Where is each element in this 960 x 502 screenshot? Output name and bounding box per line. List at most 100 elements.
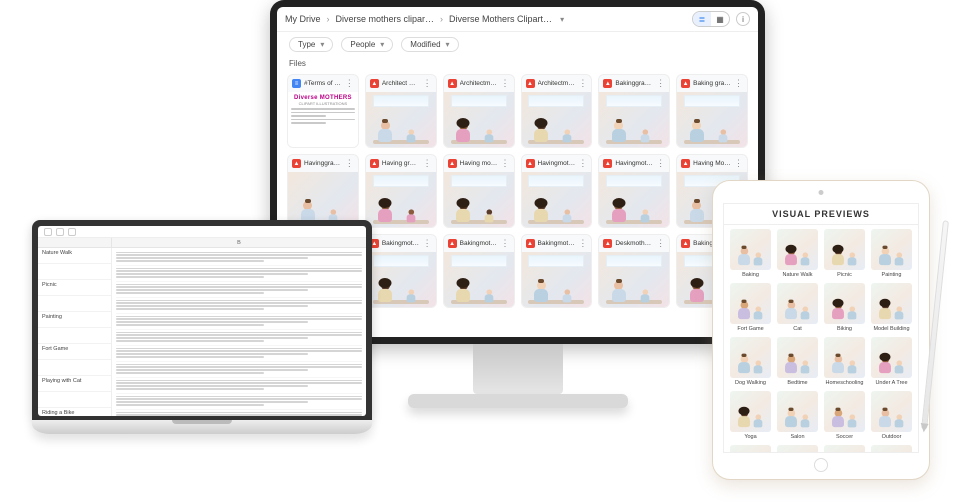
drive-file-card[interactable]: ▲Architect mother an…⋮ <box>365 74 437 148</box>
image-file-icon: ▲ <box>448 239 457 248</box>
toolbar-box[interactable] <box>68 228 76 236</box>
preview-cell[interactable]: Salon <box>777 391 818 440</box>
sheet-row-label[interactable]: Painting <box>38 312 111 328</box>
drive-file-card[interactable]: ▲Deskmother and …⋮ <box>598 234 670 308</box>
sheet-row-label[interactable] <box>38 328 111 344</box>
drive-file-card[interactable]: ▲Architectmother an…⋮ <box>521 74 593 148</box>
file-thumbnail <box>599 172 669 227</box>
preview-cell[interactable]: Swimming <box>871 445 912 453</box>
preview-thumb <box>871 391 912 432</box>
more-options-icon[interactable]: ⋮ <box>501 78 510 89</box>
col-a-header[interactable] <box>38 238 112 247</box>
preview-label: Outdoor <box>871 434 912 440</box>
preview-cell[interactable]: Nature Walk <box>777 229 818 278</box>
sheet-cell-content[interactable] <box>116 330 362 346</box>
more-options-icon[interactable]: ⋮ <box>656 238 665 249</box>
more-options-icon[interactable]: ⋮ <box>734 78 743 89</box>
preview-thumb <box>777 445 818 453</box>
sheet-cell-content[interactable] <box>116 362 362 378</box>
more-options-icon[interactable]: ⋮ <box>501 238 510 249</box>
preview-cell[interactable]: Painting <box>871 229 912 278</box>
breadcrumb-root[interactable]: My Drive <box>285 14 321 24</box>
sheet-cell-content[interactable] <box>116 410 362 416</box>
drive-file-card[interactable]: ▲Havingmother and …⋮ <box>598 154 670 228</box>
sheet-cell-content[interactable] <box>116 346 362 362</box>
sheet-row-label[interactable] <box>38 360 111 376</box>
sheet-row-label[interactable] <box>38 392 111 408</box>
list-view-icon[interactable]: ≣ <box>693 12 711 26</box>
preview-thumb <box>871 445 912 453</box>
preview-cell[interactable]: Picnic <box>824 229 865 278</box>
preview-label: Fort Game <box>730 326 771 332</box>
breadcrumb-mid[interactable]: Diverse mothers clipar… <box>336 14 435 24</box>
drive-file-card[interactable]: ▲Bakingmother and …⋮ <box>365 234 437 308</box>
sheet-cell-content[interactable] <box>116 378 362 394</box>
more-options-icon[interactable]: ⋮ <box>423 78 432 89</box>
sheet-cell-content[interactable] <box>116 298 362 314</box>
more-options-icon[interactable]: ⋮ <box>423 158 432 169</box>
sheet-cell-content[interactable] <box>116 266 362 282</box>
sheet-row-label[interactable] <box>38 296 111 312</box>
more-options-icon[interactable]: ⋮ <box>578 78 587 89</box>
drive-file-card[interactable]: ▲Having grandmother …⋮ <box>365 154 437 228</box>
drive-file-card[interactable]: ▲Bakingmother and …⋮ <box>521 234 593 308</box>
drive-file-card[interactable]: ▲Bakingmother and …⋮ <box>443 234 515 308</box>
drive-file-card[interactable]: ▲Baking grandmothe…⋮ <box>676 74 748 148</box>
more-options-icon[interactable]: ⋮ <box>345 158 354 169</box>
preview-cell[interactable]: Fort Game <box>730 283 771 332</box>
preview-cell[interactable]: Baking <box>730 229 771 278</box>
drive-file-card[interactable]: ▲Having mother and …⋮ <box>443 154 515 228</box>
filter-modified-chip[interactable]: Modified▾ <box>401 37 458 52</box>
grid-view-icon[interactable]: ▦ <box>711 12 729 26</box>
preview-cell[interactable]: Worship <box>730 445 771 453</box>
sheet-cell-content[interactable] <box>116 250 362 266</box>
sheet-row-label[interactable]: Riding a Bike <box>38 408 111 416</box>
preview-thumb <box>730 445 771 453</box>
filter-people-chip[interactable]: People▾ <box>341 37 393 52</box>
preview-cell[interactable]: Bedtime <box>777 337 818 386</box>
preview-cell[interactable]: Sand Castle <box>777 445 818 453</box>
more-options-icon[interactable]: ⋮ <box>345 78 354 89</box>
preview-cell[interactable]: Bedtime Story <box>824 445 865 453</box>
sheet-row-label[interactable]: Fort Game <box>38 344 111 360</box>
preview-cell[interactable]: Dog Walking <box>730 337 771 386</box>
drive-file-card[interactable]: ▲Bakinggrandmoth…⋮ <box>598 74 670 148</box>
more-options-icon[interactable]: ⋮ <box>423 238 432 249</box>
more-options-icon[interactable]: ⋮ <box>656 158 665 169</box>
more-options-icon[interactable]: ⋮ <box>734 158 743 169</box>
more-options-icon[interactable]: ⋮ <box>501 158 510 169</box>
view-switcher[interactable]: ≣ ▦ <box>692 11 730 27</box>
preview-cell[interactable]: Under A Tree <box>871 337 912 386</box>
toolbar-box[interactable] <box>44 228 52 236</box>
more-options-icon[interactable]: ⋮ <box>578 158 587 169</box>
sheet-cell-content[interactable] <box>116 394 362 410</box>
drive-file-card[interactable]: ≡#Terms of use* Di…⋮Diverse MOTHERSCLIPA… <box>287 74 359 148</box>
sheet-row-label[interactable]: Nature Walk <box>38 248 111 264</box>
info-icon[interactable]: i <box>736 12 750 26</box>
preview-cell[interactable]: Homeschooling <box>824 337 865 386</box>
file-title: Having grandmother … <box>382 160 420 167</box>
sheet-cell-content[interactable] <box>116 314 362 330</box>
preview-cell[interactable]: Yoga <box>730 391 771 440</box>
sheet-row-label[interactable]: Picnic <box>38 280 111 296</box>
toolbar-box[interactable] <box>56 228 64 236</box>
sheet-row-label[interactable]: Playing with Cat <box>38 376 111 392</box>
col-b-header[interactable]: B <box>112 238 366 247</box>
preview-thumb <box>730 229 771 270</box>
more-options-icon[interactable]: ⋮ <box>578 238 587 249</box>
preview-cell[interactable]: Biking <box>824 283 865 332</box>
preview-cell[interactable]: Cat <box>777 283 818 332</box>
more-options-icon[interactable]: ⋮ <box>656 78 665 89</box>
preview-cell[interactable]: Outdoor <box>871 391 912 440</box>
sheet-cell-content[interactable] <box>116 282 362 298</box>
drive-file-card[interactable]: ▲Havinggrandmoth…⋮ <box>287 154 359 228</box>
sheet-row-label[interactable] <box>38 264 111 280</box>
tablet-home-button[interactable] <box>814 458 828 472</box>
preview-cell[interactable]: Model Building <box>871 283 912 332</box>
drive-file-card[interactable]: ▲Architectmother an…⋮ <box>443 74 515 148</box>
drive-file-card[interactable]: ▲Havingmother and …⋮ <box>521 154 593 228</box>
breadcrumb-current[interactable]: Diverse Mothers Clipart… <box>449 14 552 24</box>
filter-type-chip[interactable]: Type▾ <box>289 37 333 52</box>
chevron-down-icon[interactable]: ▾ <box>560 15 564 24</box>
preview-cell[interactable]: Soccer <box>824 391 865 440</box>
